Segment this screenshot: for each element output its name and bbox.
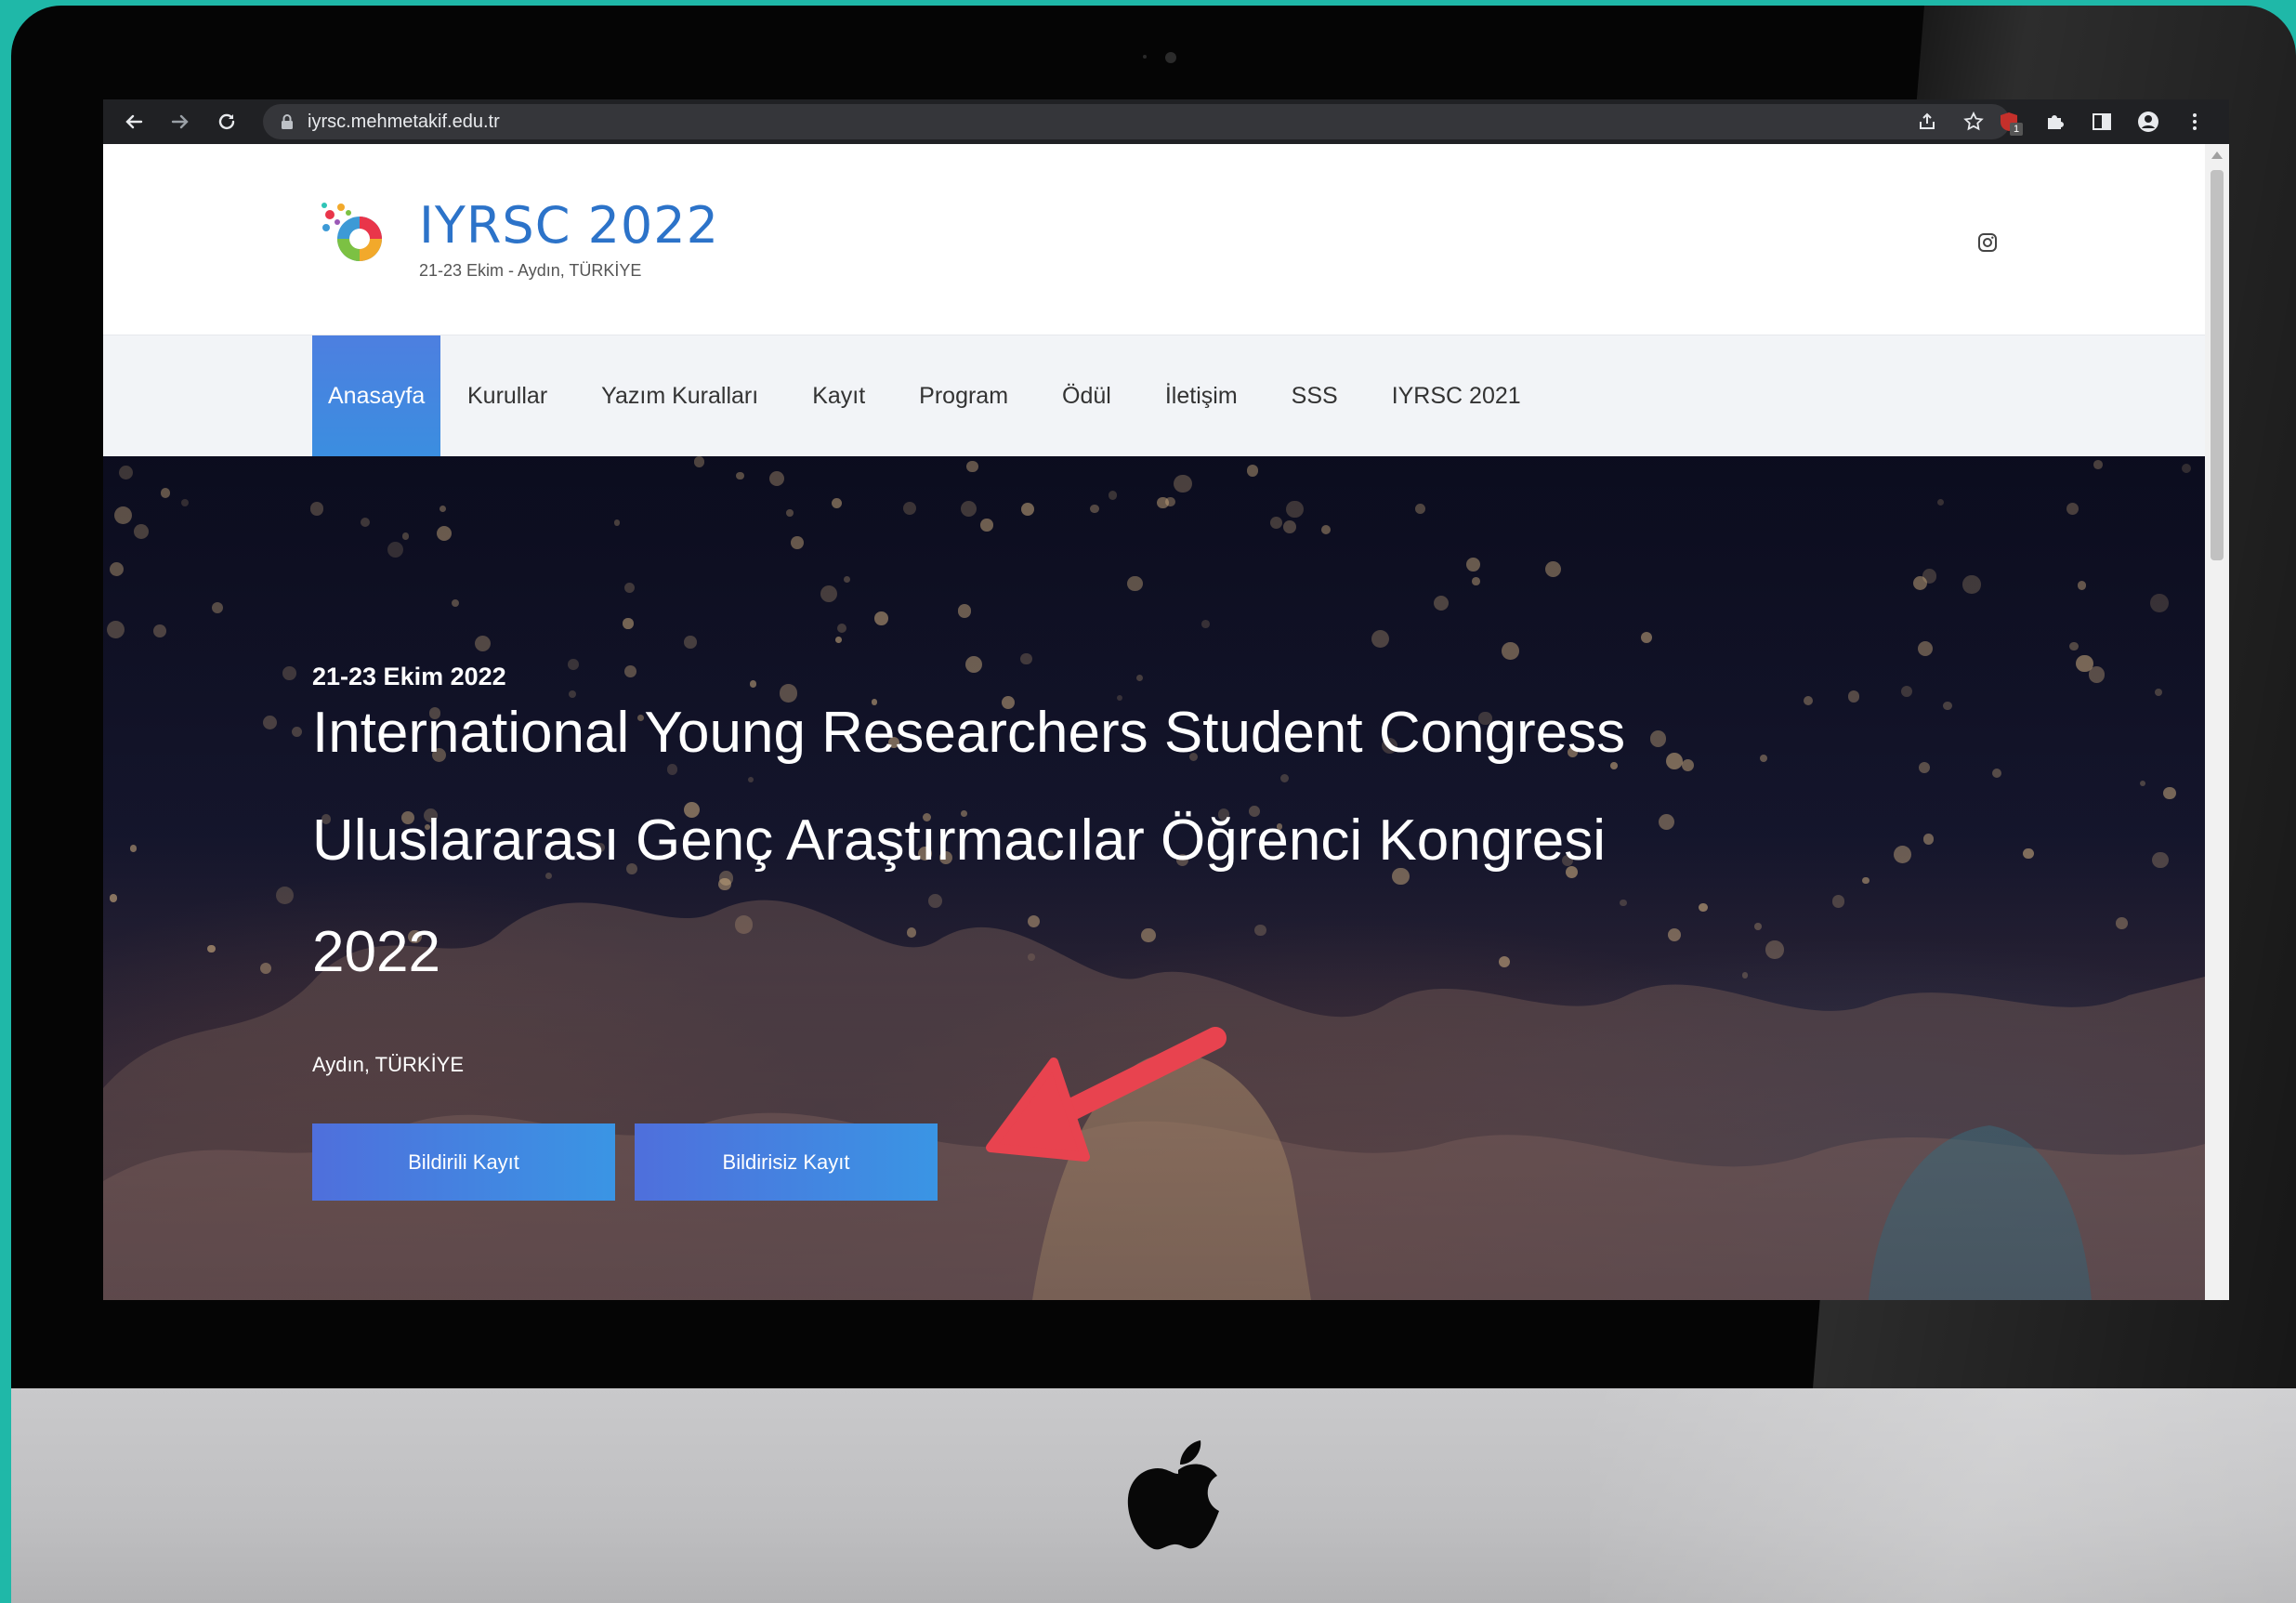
bookmark-star-icon[interactable] bbox=[1960, 108, 1988, 136]
nav-item-sss[interactable]: SSS bbox=[1265, 335, 1365, 457]
hero-title-year: 2022 bbox=[312, 920, 440, 984]
nav-item-yaz-m-kurallar[interactable]: Yazım Kuralları bbox=[574, 335, 785, 457]
side-panel-icon[interactable] bbox=[2088, 108, 2116, 136]
url-text[interactable]: iyrsc.mehmetakif.edu.tr bbox=[308, 104, 500, 139]
hero-title-english: International Young Researchers Student … bbox=[312, 701, 1626, 765]
chin-reflection bbox=[1590, 1388, 2296, 1603]
nav-item-i-leti-im[interactable]: İletişim bbox=[1138, 335, 1265, 457]
site-subtitle: 21-23 Ekim - Aydın, TÜRKİYE bbox=[419, 261, 642, 280]
apple-logo-icon bbox=[1127, 1440, 1219, 1550]
instagram-icon[interactable] bbox=[1977, 232, 1998, 253]
nav-item-program[interactable]: Program bbox=[892, 335, 1035, 457]
profile-icon[interactable] bbox=[2134, 108, 2162, 136]
nav-item-kay-t[interactable]: Kayıt bbox=[785, 335, 892, 457]
forward-arrow-icon[interactable] bbox=[157, 99, 203, 144]
site-title[interactable]: IYRSC 2022 bbox=[419, 196, 719, 255]
lock-icon bbox=[282, 114, 293, 129]
address-bar[interactable]: iyrsc.mehmetakif.edu.tr bbox=[263, 104, 2010, 139]
hero-date: 21-23 Ekim 2022 bbox=[312, 663, 506, 690]
nav-item-d-l[interactable]: Ödül bbox=[1035, 335, 1138, 457]
nav-item-iyrsc-2021[interactable]: IYRSC 2021 bbox=[1365, 335, 1548, 457]
vertical-scrollbar[interactable] bbox=[2205, 144, 2229, 1300]
extensions-area: 1 bbox=[1995, 108, 2209, 136]
scrollbar-thumb[interactable] bbox=[2211, 170, 2224, 560]
scroll-up-icon[interactable] bbox=[2211, 151, 2223, 159]
reload-icon[interactable] bbox=[203, 99, 250, 144]
ublock-extension-icon[interactable]: 1 bbox=[1995, 108, 2023, 136]
back-arrow-icon[interactable] bbox=[111, 99, 157, 144]
share-icon[interactable] bbox=[1913, 108, 1941, 136]
site-header: IYRSC 2022 21-23 Ekim - Aydın, TÜRKİYE bbox=[103, 144, 2205, 335]
main-navigation: Anasayfa Kurullar Yazım Kuralları Kayıt Prog… bbox=[103, 335, 2205, 457]
camera-sensor bbox=[1143, 55, 1147, 59]
iyrsc-logo-icon[interactable] bbox=[321, 200, 391, 270]
register-with-paper-button[interactable]: Bildirili Kayıt bbox=[312, 1123, 615, 1201]
hero-location: Aydın, TÜRKİYE bbox=[312, 1053, 465, 1076]
nav-item-kurullar[interactable]: Kurullar bbox=[440, 335, 574, 457]
browser-toolbar: iyrsc.mehmetakif.edu.tr 1 bbox=[103, 99, 2229, 144]
puzzle-extensions-icon[interactable] bbox=[2041, 108, 2069, 136]
extension-badge: 1 bbox=[2010, 123, 2023, 136]
register-without-paper-button[interactable]: Bildirisiz Kayıt bbox=[635, 1123, 938, 1201]
annotation-arrow-icon bbox=[986, 1027, 1227, 1162]
hero-title-turkish: Uluslararası Genç Araştırmacılar Öğrenci… bbox=[312, 808, 1607, 873]
camera-icon bbox=[1165, 52, 1176, 63]
nav-item-anasayfa[interactable]: Anasayfa bbox=[312, 335, 440, 457]
kebab-menu-icon[interactable] bbox=[2181, 108, 2209, 136]
